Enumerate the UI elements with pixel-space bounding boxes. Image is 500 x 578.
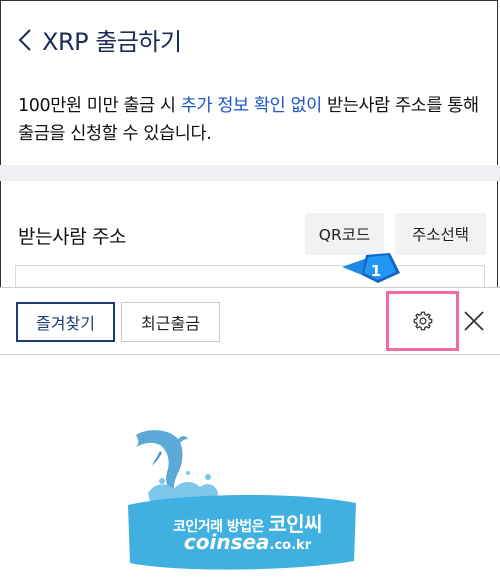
back-arrow-icon[interactable] xyxy=(14,24,38,56)
receiver-address-label: 받는사람 주소 xyxy=(18,226,127,248)
notice-highlight: 추가 정보 확인 없이 xyxy=(180,96,322,116)
watermark-domain: coinsea xyxy=(183,530,270,554)
settings-button[interactable] xyxy=(386,291,459,351)
header: XRP 출금하기 xyxy=(0,0,500,76)
section-divider xyxy=(0,165,500,181)
watermark-line-2: coinsea.co.kr xyxy=(150,530,345,554)
watermark-domain-suffix: .co.kr xyxy=(269,538,312,553)
page-title: XRP 출금하기 xyxy=(42,28,182,56)
notice-line2: 출금을 신청할 수 있습니다. xyxy=(18,124,212,144)
notice-suffix: 받는사람 주소를 통해 xyxy=(321,96,479,116)
address-select-button[interactable]: 주소선택 xyxy=(395,213,486,255)
panel-divider xyxy=(0,354,500,355)
close-icon[interactable] xyxy=(463,310,485,332)
gear-icon xyxy=(413,311,432,331)
tab-recent-withdrawals[interactable]: 최근출금 xyxy=(121,302,220,342)
step-number: 1 xyxy=(370,262,382,280)
withdrawal-notice: 100만원 미만 출금 시 추가 정보 확인 없이 받는사람 주소를 통해 출금… xyxy=(18,92,488,148)
notice-prefix: 100만원 미만 출금 시 xyxy=(18,96,181,116)
tab-favorites[interactable]: 즐겨찾기 xyxy=(16,302,115,342)
